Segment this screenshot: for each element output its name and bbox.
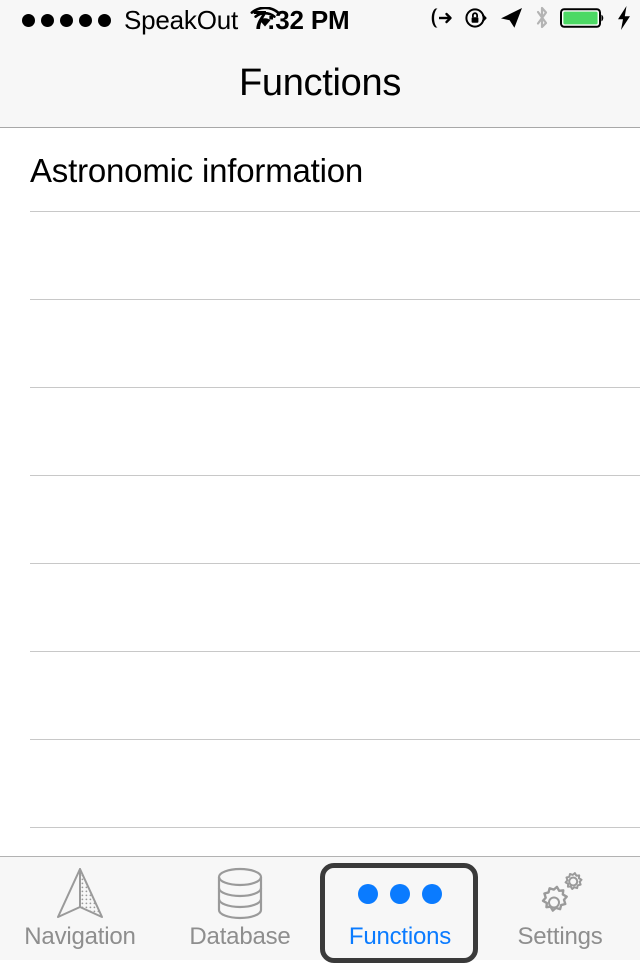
tab-label-navigation: Navigation — [24, 923, 136, 950]
status-bar-left: SpeakOut — [22, 5, 280, 36]
tab-bar: Navigation Database Functions Settings — [0, 856, 640, 963]
location-arrow-icon — [498, 6, 524, 35]
gears-icon — [528, 866, 592, 922]
tab-label-settings: Settings — [517, 923, 603, 950]
table-row[interactable] — [0, 212, 640, 300]
tab-label-functions: Functions — [348, 923, 452, 950]
navigation-bar: Functions — [0, 40, 640, 128]
table-row[interactable] — [0, 476, 640, 564]
wifi-icon — [250, 5, 280, 34]
tab-navigation[interactable]: Navigation — [0, 857, 160, 960]
table-row[interactable] — [0, 388, 640, 476]
functions-table[interactable]: Astronomic information — [0, 129, 640, 856]
call-forwarding-icon — [428, 7, 454, 34]
tab-label-database: Database — [189, 923, 291, 950]
tab-settings[interactable]: Settings — [480, 857, 640, 960]
table-row[interactable] — [0, 564, 640, 652]
three-dots-icon — [358, 866, 442, 922]
bluetooth-icon — [534, 5, 550, 36]
charging-bolt-icon — [616, 5, 632, 36]
database-cylinder-icon — [210, 866, 270, 922]
page-title: Functions — [238, 62, 402, 104]
table-row[interactable] — [0, 652, 640, 740]
carrier-name: SpeakOut — [124, 4, 239, 35]
table-row-label: Astronomic information — [30, 151, 364, 189]
signal-strength-dots — [22, 13, 111, 27]
status-bar-right — [428, 0, 632, 40]
rotation-lock-icon — [464, 6, 488, 35]
table-row[interactable] — [0, 740, 640, 828]
tab-database[interactable]: Database — [160, 857, 320, 960]
battery-icon — [560, 6, 606, 35]
status-bar: SpeakOut 7:32 PM — [0, 0, 640, 40]
navigation-arrow-icon — [49, 866, 111, 922]
app-screen: SpeakOut 7:32 PM Functions Astronomic in… — [0, 0, 640, 963]
table-row[interactable] — [0, 300, 640, 388]
tab-functions[interactable]: Functions — [320, 857, 480, 963]
row-separator — [30, 827, 640, 828]
table-row[interactable]: Astronomic information — [0, 129, 640, 212]
